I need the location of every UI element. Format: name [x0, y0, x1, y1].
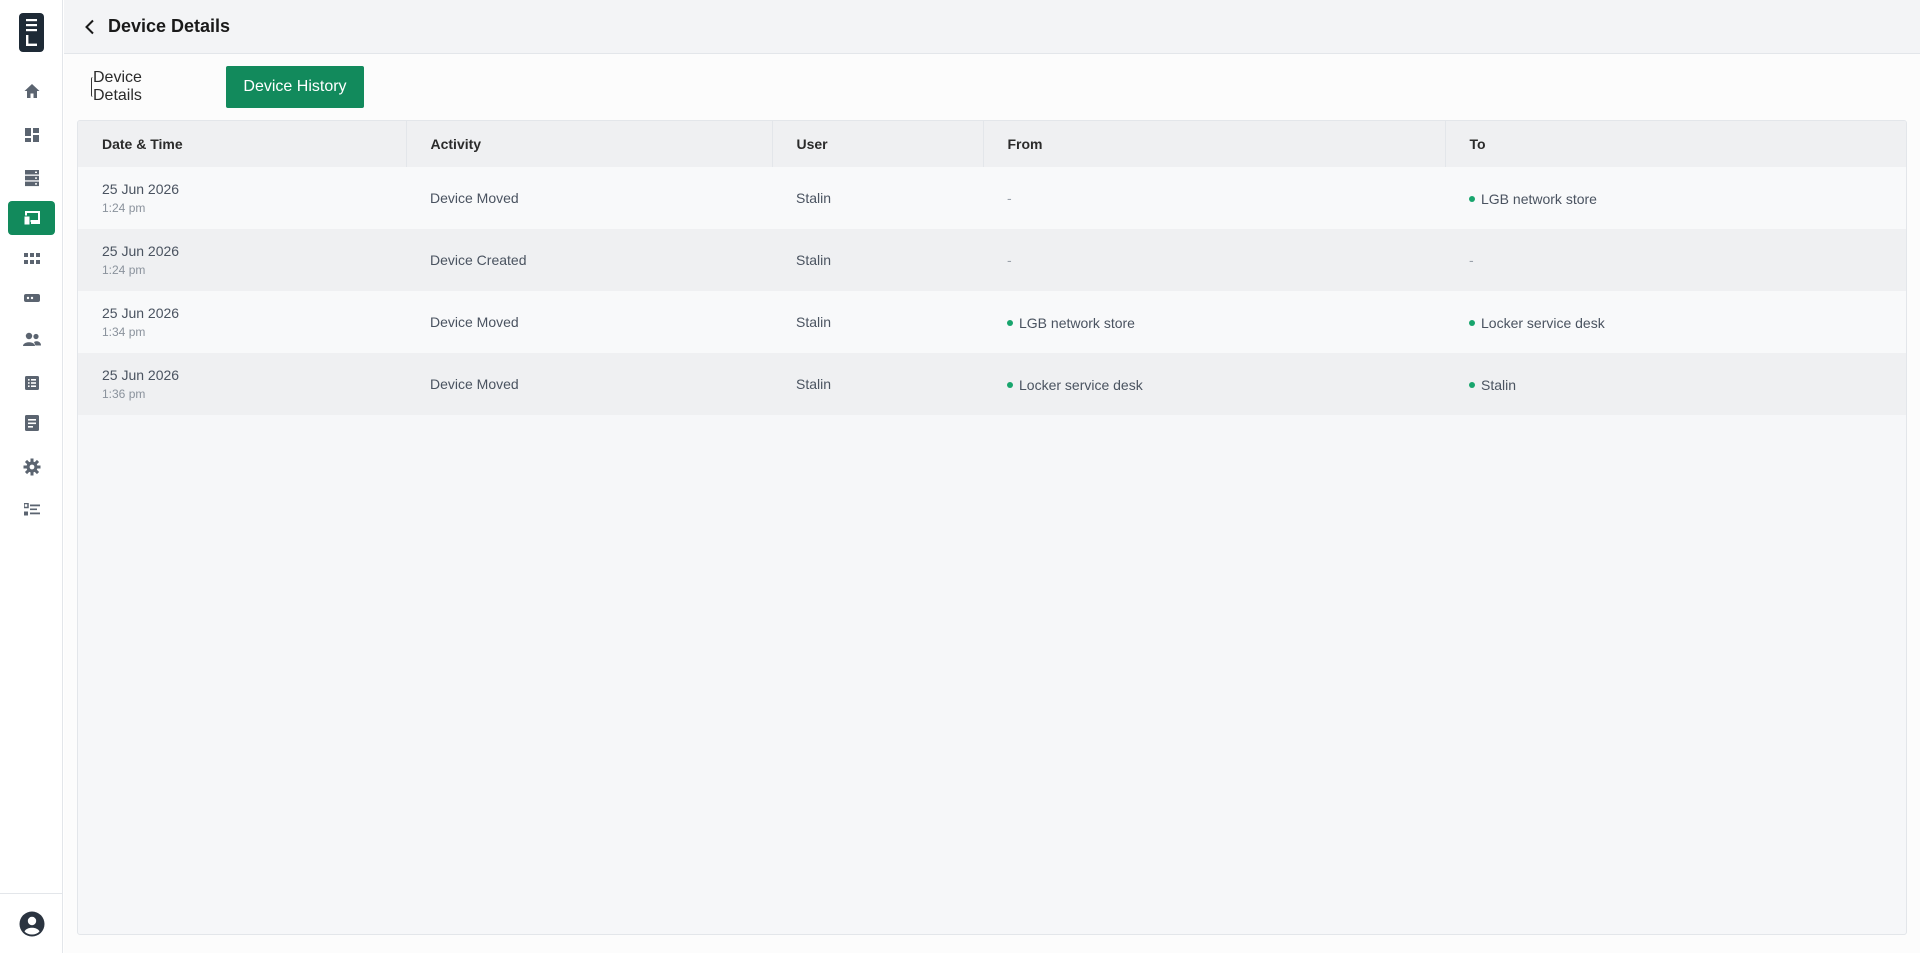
activity-cell: Device Created — [430, 252, 527, 268]
date-time-cell: 25 Jun 2026 1:36 pm — [78, 353, 406, 415]
nav-users[interactable] — [8, 322, 55, 356]
server-icon — [24, 170, 39, 187]
location-text: LGB network store — [1019, 315, 1135, 331]
date-text: 25 Jun 2026 — [102, 367, 180, 383]
activity-cell: Device Moved — [430, 190, 519, 206]
nav-dashboard[interactable] — [8, 118, 55, 152]
nav-devices[interactable] — [8, 201, 55, 235]
table-row[interactable]: 25 Jun 2026 1:34 pm Device Moved Stalin L… — [78, 291, 1906, 353]
location-text: LGB network store — [1481, 191, 1597, 207]
account-icon — [19, 911, 45, 937]
status-dot — [1007, 382, 1013, 388]
activity-cell: Device Moved — [430, 376, 519, 392]
sidebar-divider — [0, 893, 63, 894]
user-cell: Stalin — [796, 376, 832, 392]
activity-cell: Device Moved — [430, 314, 519, 330]
users-icon — [22, 332, 41, 346]
history-table: Date & Time Activity User From To 25 Jun… — [78, 121, 1906, 415]
from-cell: LGB network store — [983, 291, 1445, 353]
table-row[interactable]: 25 Jun 2026 1:36 pm Device Moved Stalin L… — [78, 353, 1906, 415]
location-text: Locker service desk — [1481, 315, 1605, 331]
user-cell: Stalin — [796, 314, 832, 330]
dashboard-icon — [24, 128, 39, 142]
to-cell: - — [1445, 229, 1906, 291]
column-header-date-time[interactable]: Date & Time — [78, 121, 407, 167]
status-dot — [1469, 320, 1475, 326]
status-dot — [1469, 196, 1475, 202]
location-text: Locker service desk — [1019, 377, 1143, 393]
date-time-cell: 25 Jun 2026 1:24 pm — [78, 229, 406, 291]
gear-icon — [23, 458, 40, 476]
tab-device-history[interactable]: Device History — [226, 66, 364, 108]
nav-server[interactable] — [8, 161, 55, 195]
date-text: 25 Jun 2026 — [102, 305, 180, 321]
nav-home[interactable] — [8, 74, 55, 108]
date-text: 25 Jun 2026 — [102, 243, 180, 259]
time-text: 1:24 pm — [102, 201, 146, 215]
nav-settings[interactable] — [8, 450, 55, 484]
column-header-user[interactable]: User — [772, 121, 984, 167]
devices-icon — [23, 211, 40, 226]
table-row[interactable]: 25 Jun 2026 1:24 pm Device Created Stalin… — [78, 229, 1906, 291]
table-header-row: Date & Time Activity User From To — [78, 121, 1906, 167]
to-cell: Stalin — [1445, 353, 1906, 415]
empty-value: - — [1469, 252, 1474, 268]
status-dot — [1007, 320, 1013, 326]
time-text: 1:24 pm — [102, 263, 146, 277]
time-text: 1:34 pm — [102, 325, 146, 339]
main-content: Device Details Device History Date & Tim… — [64, 54, 1920, 953]
sidebar — [0, 0, 63, 953]
nav-checklist[interactable] — [8, 493, 55, 527]
report-icon — [24, 415, 39, 431]
column-header-from[interactable]: From — [983, 121, 1446, 167]
column-header-to[interactable]: To — [1445, 121, 1906, 167]
nav-report[interactable] — [8, 406, 55, 440]
tab-device-details[interactable]: Device Details — [91, 69, 158, 104]
time-text: 1:36 pm — [102, 387, 146, 401]
date-time-cell: 25 Jun 2026 1:34 pm — [78, 291, 406, 353]
empty-value: - — [1007, 252, 1012, 268]
nav-list[interactable] — [8, 366, 55, 400]
grid-icon — [23, 253, 40, 264]
nav-router[interactable] — [8, 281, 55, 315]
user-cell: Stalin — [796, 252, 832, 268]
page-header: Device Details — [64, 0, 1920, 54]
to-cell: LGB network store — [1445, 167, 1906, 229]
date-text: 25 Jun 2026 — [102, 181, 180, 197]
empty-value: - — [1007, 190, 1012, 206]
column-header-activity[interactable]: Activity — [406, 121, 773, 167]
history-table-panel: Date & Time Activity User From To 25 Jun… — [77, 120, 1907, 935]
chevron-left-icon — [85, 19, 94, 35]
checklist-icon — [23, 503, 40, 516]
router-icon — [23, 294, 40, 302]
status-dot — [1469, 382, 1475, 388]
from-cell: - — [983, 167, 1445, 229]
profile-button[interactable] — [19, 911, 45, 937]
date-time-cell: 25 Jun 2026 1:24 pm — [78, 167, 406, 229]
from-cell: - — [983, 229, 1445, 291]
to-cell: Locker service desk — [1445, 291, 1906, 353]
list-icon — [24, 376, 39, 390]
nav-grid[interactable] — [8, 242, 55, 276]
from-cell: Locker service desk — [983, 353, 1445, 415]
back-button[interactable] — [80, 17, 100, 37]
home-icon — [24, 84, 39, 98]
location-text: Stalin — [1481, 377, 1517, 393]
app-logo[interactable] — [19, 13, 44, 52]
page-title: Device Details — [108, 16, 231, 36]
user-cell: Stalin — [796, 190, 832, 206]
table-row[interactable]: 25 Jun 2026 1:24 pm Device Moved Stalin -… — [78, 167, 1906, 229]
